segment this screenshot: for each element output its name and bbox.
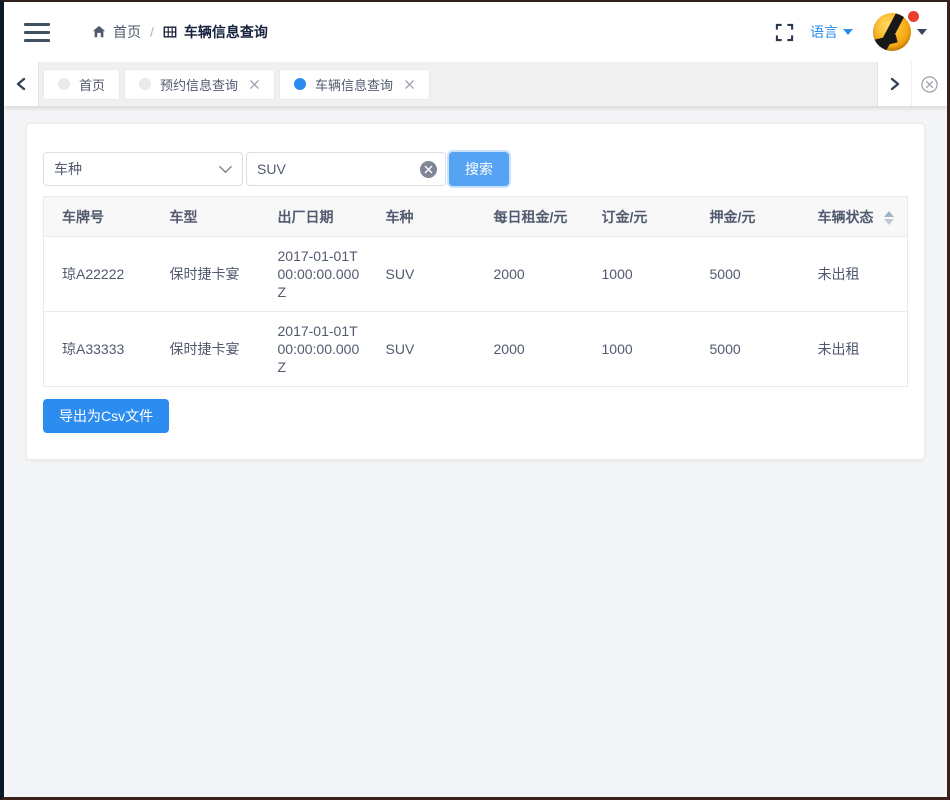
cell-security-deposit: 5000 [691,236,800,312]
tab-status-dot [139,78,152,90]
search-field-select-value: 车种 [54,161,82,177]
cell-model: 保时捷卡宴 [151,311,260,387]
tab-status-dot [294,78,307,90]
tab-close-button[interactable] [404,79,415,90]
table-row[interactable]: 琼A33333 保时捷卡宴 2017-01-01T00:00:00.000Z S… [43,311,908,387]
search-button[interactable]: 搜索 [449,152,509,186]
col-manufacture-date: 出厂日期 [259,196,368,237]
notification-badge-dot [908,11,919,22]
tab-scroll-right-button[interactable] [877,62,912,106]
vehicles-table: 车牌号 车型 出厂日期 车种 每日租金/元 订金/元 押金/元 车辆状态 琼A2… [43,196,908,387]
search-toolbar: 车种 搜索 [43,152,908,186]
vehicle-query-card: 车种 搜索 车 [26,123,925,460]
close-icon [405,79,414,89]
tab-label: 预约信息查询 [160,77,239,93]
col-category: 车种 [367,196,476,237]
tab-label: 车辆信息查询 [315,77,394,93]
table-row[interactable]: 琼A22222 保时捷卡宴 2017-01-01T00:00:00.000Z S… [43,236,908,312]
hamburger-menu-icon[interactable] [24,22,50,42]
tab-label: 首页 [79,77,106,93]
cell-vehicle-status: 未出租 [799,236,908,312]
cell-manufacture-date: 2017-01-01T00:00:00.000Z [259,236,368,312]
tab-close-button[interactable] [249,79,260,90]
col-vehicle-status[interactable]: 车辆状态 [799,196,908,237]
avatar [873,13,911,51]
tab-reservation-query[interactable]: 预约信息查询 [124,68,276,100]
language-dropdown[interactable]: 语言 [810,22,853,42]
sort-icon[interactable] [884,210,895,225]
clear-input-icon[interactable] [420,160,437,178]
main-content: 车种 搜索 车 [4,106,947,797]
navbar-right: 语言 [775,11,927,51]
home-icon [92,25,106,38]
cell-security-deposit: 5000 [691,311,800,387]
breadcrumb-home[interactable]: 首页 [92,22,141,42]
col-order-deposit: 订金/元 [583,196,692,237]
user-chevron-down-icon [917,29,927,35]
close-all-tabs-button[interactable] [912,62,947,106]
chevron-right-icon [890,77,899,91]
user-menu[interactable] [873,11,927,51]
cell-plate-number: 琼A22222 [43,236,152,312]
breadcrumb-home-label: 首页 [113,24,141,40]
keyword-input-box [246,152,446,186]
fullscreen-icon [775,23,794,41]
col-plate-number: 车牌号 [43,196,152,237]
cell-daily-rent: 2000 [475,311,584,387]
tab-status-dot [58,78,70,90]
col-model: 车型 [151,196,260,237]
col-daily-rent: 每日租金/元 [475,196,584,237]
tab-list: 首页 预约信息查询 车辆信息查询 [39,62,877,106]
chevron-left-icon [16,77,26,91]
tab-vehicle-query[interactable]: 车辆信息查询 [279,68,431,100]
close-circle-icon [921,75,938,93]
breadcrumb: 首页 / 车辆信息查询 [92,22,268,42]
cell-category: SUV [367,236,476,312]
breadcrumb-separator: / [150,24,154,40]
select-chevron-down-icon [219,165,232,173]
search-field-select[interactable]: 车种 [43,152,243,186]
tab-bar: 首页 预约信息查询 车辆信息查询 [4,62,947,106]
language-label: 语言 [810,24,838,40]
cell-vehicle-status: 未出租 [799,311,908,387]
chevron-down-icon [843,29,853,35]
caret-down-icon [884,218,895,225]
breadcrumb-current: 车辆信息查询 [163,22,268,42]
table-header-row: 车牌号 车型 出厂日期 车种 每日租金/元 订金/元 押金/元 车辆状态 [43,196,908,237]
cell-daily-rent: 2000 [475,236,584,312]
cell-plate-number: 琼A33333 [43,311,152,387]
cell-category: SUV [367,311,476,387]
tab-home[interactable]: 首页 [43,68,121,100]
fullscreen-button[interactable] [775,23,794,42]
top-navbar: 首页 / 车辆信息查询 语言 [4,2,947,62]
cell-order-deposit: 1000 [583,236,692,312]
col-security-deposit: 押金/元 [691,196,800,237]
keyword-input[interactable] [257,161,420,177]
grid-icon [163,26,177,38]
export-csv-button[interactable]: 导出为Csv文件 [43,399,170,433]
close-icon [250,79,259,89]
cell-manufacture-date: 2017-01-01T00:00:00.000Z [259,311,368,387]
caret-up-icon [884,210,895,217]
tab-scroll-left-button[interactable] [4,62,39,106]
app-window: 首页 / 车辆信息查询 语言 首页 预约信息查询 车辆信息查询 车种 SUV 搜… [0,0,950,800]
cell-order-deposit: 1000 [583,311,692,387]
cell-model: 保时捷卡宴 [151,236,260,312]
breadcrumb-current-label: 车辆信息查询 [183,24,268,40]
